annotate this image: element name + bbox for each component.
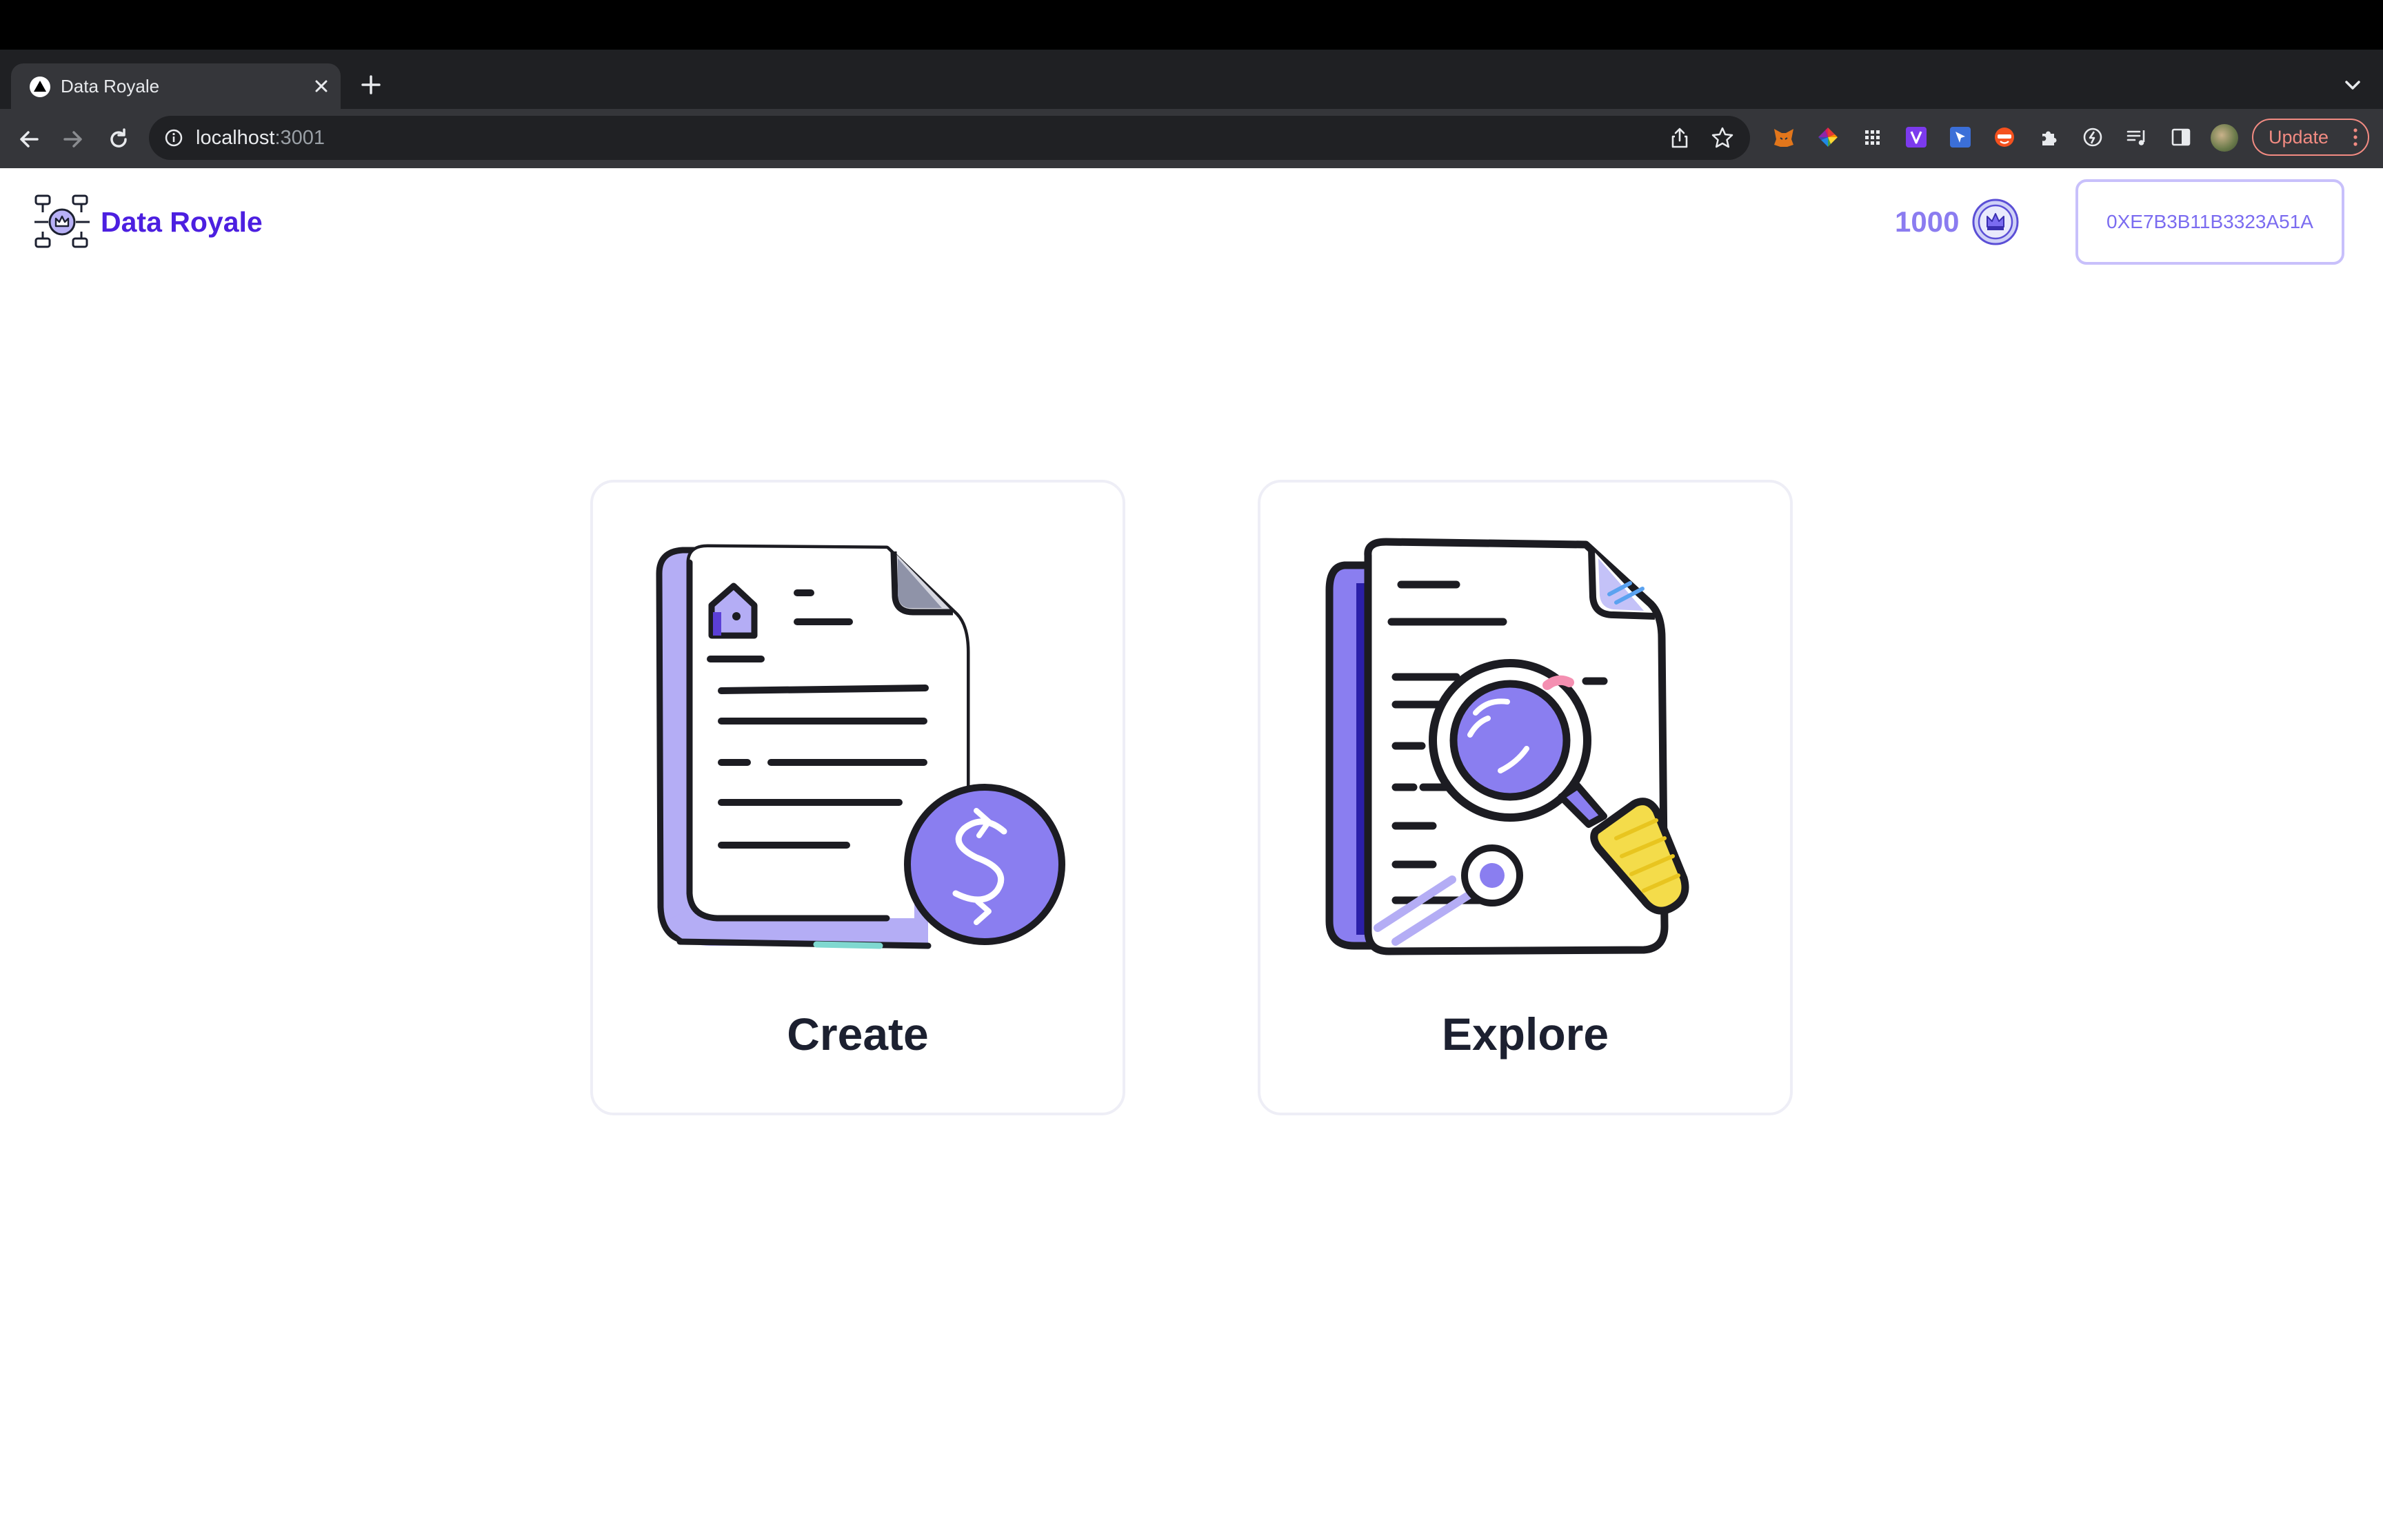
profile-avatar[interactable] [2211, 124, 2238, 152]
browser-tab[interactable]: Data Royale [11, 63, 341, 109]
update-button[interactable]: Update [2252, 119, 2369, 156]
create-card[interactable]: Create [590, 480, 1125, 1115]
app-title[interactable]: Data Royale [101, 203, 263, 241]
grid-extension-icon[interactable] [1860, 125, 1884, 149]
tab-title: Data Royale [61, 76, 160, 97]
create-label: Create [787, 1009, 929, 1060]
color-picker-extension-icon[interactable] [1816, 125, 1840, 149]
tab-favicon-icon [30, 77, 50, 97]
side-panel-icon[interactable] [2169, 125, 2193, 149]
cursor-extension-icon[interactable] [1949, 125, 1972, 149]
v-extension-icon[interactable] [1904, 125, 1928, 149]
sync-extension-icon[interactable] [2081, 125, 2104, 149]
explore-card[interactable]: Explore [1258, 480, 1793, 1115]
site-info-icon[interactable] [163, 127, 185, 149]
crown-coin-icon [1972, 199, 2019, 245]
forward-icon[interactable] [58, 124, 88, 154]
metamask-extension-icon[interactable] [1772, 125, 1796, 149]
token-balance: 1000 [1895, 205, 1960, 238]
emoji-extension-icon[interactable] [1993, 125, 2016, 149]
document-search-icon [1325, 538, 1689, 955]
document-dollar-icon [656, 544, 1065, 949]
data-royale-logo-icon[interactable] [33, 193, 91, 251]
back-icon[interactable] [14, 124, 44, 154]
explore-label: Explore [1441, 1009, 1609, 1060]
window-top-bar [0, 0, 2383, 50]
media-control-icon[interactable] [2125, 125, 2149, 149]
more-menu-icon[interactable] [2353, 127, 2358, 148]
url-text[interactable]: localhost:3001 [196, 125, 325, 150]
url-host: localhost [196, 127, 275, 149]
share-icon[interactable] [1667, 125, 1692, 150]
bookmark-star-icon[interactable] [1710, 125, 1735, 150]
tab-search-chevron-icon[interactable] [2340, 72, 2365, 97]
new-tab-icon[interactable] [357, 71, 385, 99]
wallet-address-button[interactable]: 0XE7B3B11B3323A51A [2075, 179, 2344, 265]
update-label: Update [2269, 127, 2329, 148]
address-bar[interactable]: localhost:3001 [149, 116, 1750, 160]
close-tab-icon[interactable] [309, 74, 334, 99]
reload-icon[interactable] [103, 124, 134, 154]
extensions-puzzle-icon[interactable] [2037, 125, 2060, 149]
url-port: :3001 [274, 127, 325, 149]
